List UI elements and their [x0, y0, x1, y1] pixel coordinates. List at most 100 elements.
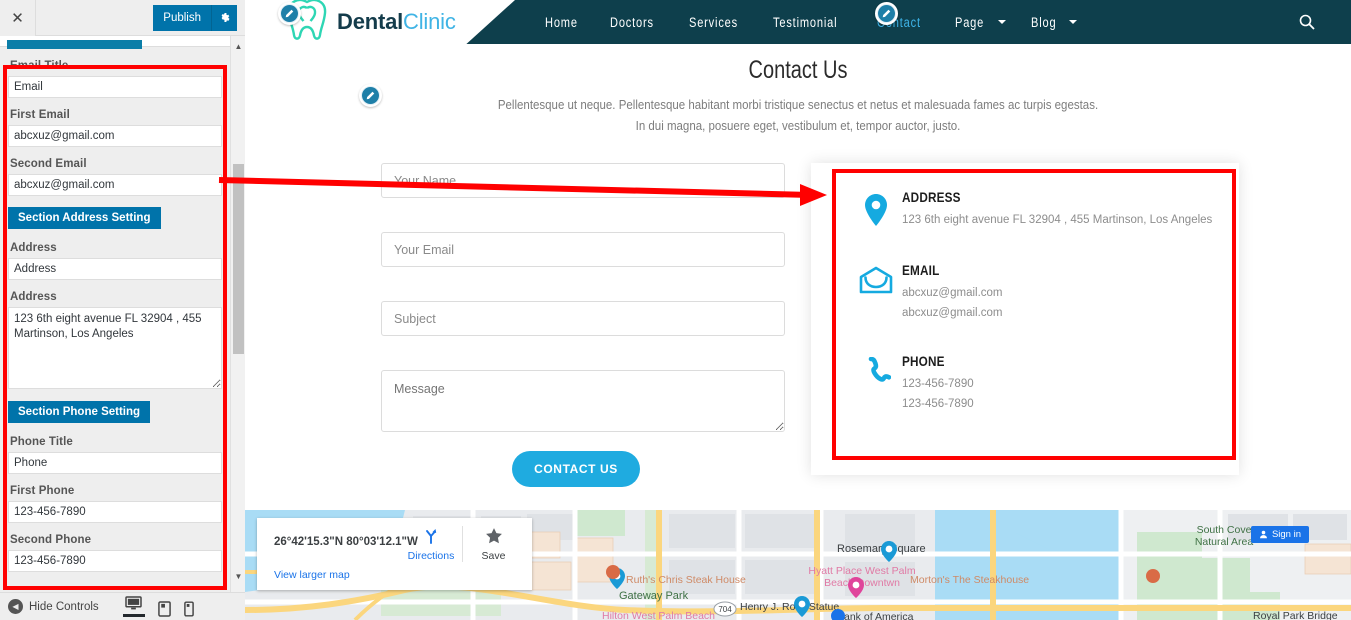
map-save-label: Save [481, 550, 506, 562]
desktop-icon[interactable] [122, 596, 145, 617]
section-address-setting-button[interactable]: Section Address Setting [8, 207, 161, 229]
close-icon[interactable]: ✕ [0, 0, 36, 36]
logo-text-secondary: Clinic [403, 9, 456, 34]
field-label-first-phone: First Phone [10, 485, 75, 497]
contact-info-highlighted: ADDRESS 123 6th eight avenue FL 32904 , … [832, 169, 1236, 460]
info-row-address: ADDRESS 123 6th eight avenue FL 32904 , … [850, 189, 1222, 230]
directions-icon [426, 529, 437, 544]
gear-icon[interactable] [211, 4, 237, 31]
customizer-header: ✕ Publish [0, 0, 245, 36]
map-sign-in-button[interactable]: Sign in [1250, 526, 1309, 543]
edit-section-pencil-icon[interactable] [359, 84, 382, 107]
field-label-first-email: First Email [10, 109, 70, 121]
chevron-down-icon [997, 20, 1006, 24]
edit-menu-pencil-icon[interactable] [875, 2, 898, 25]
scrollbar-thumb[interactable] [233, 164, 244, 354]
field-label-address: Address [10, 291, 57, 303]
contact-info-panel: ADDRESS 123 6th eight avenue FL 32904 , … [811, 163, 1239, 475]
app-root: DentalClinic Home Doctors Services Testi… [0, 0, 1351, 620]
info-line-address-1: 123 6th eight avenue FL 32904 , 455 Mart… [902, 214, 1213, 226]
message-textarea[interactable] [381, 370, 785, 432]
map-actions: Directions Save [400, 526, 524, 562]
chevron-left-icon: ◀ [8, 599, 23, 614]
customizer-scrollbar[interactable]: ▲ ▼ [230, 36, 245, 592]
info-line-phone-1: 123-456-7890 [902, 378, 974, 390]
scroll-up-arrow-icon[interactable]: ▲ [231, 39, 246, 54]
nav-item-blog[interactable]: Blog [1031, 15, 1077, 30]
nav-item-blog-label[interactable]: Blog [1031, 15, 1056, 30]
active-device-underline [122, 614, 145, 617]
site-navbar: DentalClinic Home Doctors Services Testi… [245, 0, 1351, 44]
first-email-input[interactable] [8, 125, 222, 147]
address-textarea[interactable]: 123 6th eight avenue FL 32904 , 455 Mart… [8, 307, 222, 389]
contact-section: Contact Us Pellentesque ut neque. Pellen… [245, 44, 1351, 487]
logo-text: DentalClinic [337, 9, 456, 35]
map-restaurant-icon [606, 565, 620, 579]
envelope-icon [850, 262, 902, 294]
contact-submit-button[interactable]: CONTACT US [512, 451, 640, 487]
nav-item-doctors[interactable]: Doctors [610, 15, 654, 30]
map-save-button[interactable]: Save [462, 526, 524, 562]
logo-text-primary: Dental [337, 9, 404, 34]
first-phone-input[interactable] [8, 501, 222, 523]
nav-item-page-label[interactable]: Page [955, 15, 984, 30]
info-title-phone: PHONE [902, 353, 945, 369]
email-title-input[interactable] [8, 76, 222, 98]
customizer-body: Email Title First Email Second Email Sec… [0, 50, 230, 591]
customizer-active-panel-indicator [7, 40, 142, 49]
mobile-icon[interactable] [183, 601, 194, 617]
chevron-down-icon [1068, 20, 1077, 24]
field-label-address-title: Address [10, 242, 57, 254]
info-line-phone-2: 123-456-7890 [902, 398, 974, 410]
map-pin-icon [881, 541, 897, 562]
edit-logo-pencil-icon[interactable] [278, 2, 301, 25]
customizer-sidebar: ✕ Publish Email Title First Email [0, 0, 245, 620]
info-line-email-2: abcxuz@gmail.com [902, 307, 1003, 319]
map-directions-label: Directions [407, 550, 455, 562]
info-title-address: ADDRESS [902, 189, 961, 205]
nav-item-home[interactable]: Home [545, 15, 578, 30]
nav-item-services[interactable]: Services [689, 15, 738, 30]
search-icon[interactable] [1299, 0, 1315, 44]
second-phone-input[interactable] [8, 550, 222, 572]
publish-button[interactable]: Publish [153, 4, 211, 31]
pencil-icon [878, 5, 895, 22]
submit-row: CONTACT US [381, 451, 785, 487]
section-phone-setting-button[interactable]: Section Phone Setting [8, 401, 151, 423]
info-row-phone: PHONE 123-456-7890 123-456-7890 [850, 353, 1222, 414]
subject-input[interactable] [381, 301, 785, 336]
scroll-down-arrow-icon[interactable]: ▼ [231, 569, 246, 584]
map-coordinates: 26°42'15.3"N 80°03'12.1"W [274, 536, 418, 548]
field-label-phone-title: Phone Title [10, 436, 73, 448]
tablet-icon[interactable] [157, 601, 171, 617]
hide-controls-button[interactable]: ◀ Hide Controls [8, 599, 99, 614]
name-input[interactable] [381, 163, 785, 198]
device-preview-switcher [122, 596, 194, 617]
nav-item-page[interactable]: Page [955, 15, 1006, 30]
phone-title-input[interactable] [8, 452, 222, 474]
map-info-card: 26°42'15.3"N 80°03'12.1"W Directions Sav… [257, 518, 532, 590]
pencil-icon [281, 5, 298, 22]
map-directions-button[interactable]: Directions [400, 526, 462, 562]
map-sign-in-label: Sign in [1271, 529, 1301, 540]
info-text-address: ADDRESS 123 6th eight avenue FL 32904 , … [902, 189, 1222, 230]
contact-grid: CONTACT US [245, 163, 1351, 487]
map-pin-icon [848, 577, 864, 598]
location-pin-icon [850, 189, 902, 227]
field-label-second-email: Second Email [10, 158, 87, 170]
field-label-email-title: Email Title [10, 60, 69, 72]
field-label-second-phone: Second Phone [10, 534, 92, 546]
hide-controls-label: Hide Controls [29, 600, 99, 613]
map-bank-icon [831, 609, 845, 620]
info-text-phone: PHONE 123-456-7890 123-456-7890 [902, 353, 1222, 414]
customizer-footer: ◀ Hide Controls [0, 592, 245, 620]
email-input[interactable] [381, 232, 785, 267]
google-map[interactable]: 704 Rosemary Square Gateway Park Ruth's … [245, 510, 1351, 620]
second-email-input[interactable] [8, 174, 222, 196]
address-title-input[interactable] [8, 258, 222, 280]
info-row-email: EMAIL abcxuz@gmail.com abcxuz@gmail.com [850, 262, 1222, 323]
nav-item-testimonial[interactable]: Testimonial [773, 15, 837, 30]
map-view-larger-link[interactable]: View larger map [274, 569, 350, 581]
svg-text:704: 704 [718, 605, 732, 614]
contact-form: CONTACT US [381, 163, 785, 487]
